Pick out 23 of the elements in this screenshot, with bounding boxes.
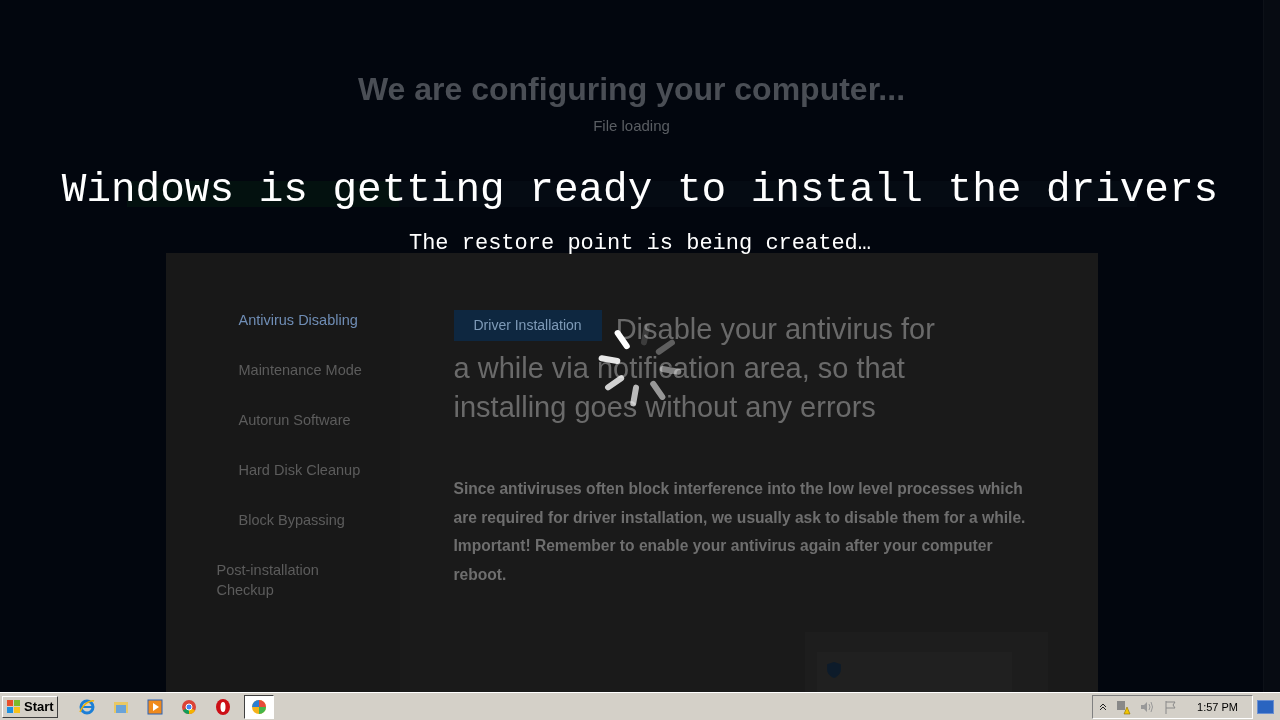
- sidebar-item[interactable]: Post-installation Checkup: [165, 560, 400, 610]
- start-button[interactable]: Start: [2, 695, 58, 718]
- page-title: We are configuring your computer...: [357, 70, 905, 108]
- overlay-subtitle: The restore point is being created…: [407, 230, 873, 258]
- step-heading: a while via notification area, so that: [453, 351, 906, 386]
- clock[interactable]: 1:57 PM: [1197, 700, 1238, 713]
- step-description: Since antiviruses often block interference into the low level processes which are required for driver installation, we usually ask to disable them for a while. Important! Remember to enable your antivirus again after your computer reboot.: [453, 479, 1027, 585]
- step-badge: Driver Installation: [453, 310, 602, 341]
- overlay-title: Windows is getting ready to install the drivers: [60, 166, 1220, 214]
- step-heading: installing goes without any errors: [453, 390, 877, 425]
- chevron-up-icon[interactable]: [1099, 702, 1108, 711]
- sidebar-item[interactable]: Hard Disk Cleanup: [165, 460, 400, 510]
- sidebar-item[interactable]: Antivirus Disabling: [165, 310, 400, 360]
- show-desktop-button[interactable]: [1257, 699, 1274, 714]
- app-icon[interactable]: [243, 694, 274, 719]
- sidebar-item[interactable]: Maintenance Mode: [165, 360, 400, 410]
- sidebar-item[interactable]: Block Bypassing: [165, 510, 400, 560]
- scrollbar[interactable]: [1263, 0, 1280, 692]
- network-warning-icon[interactable]: [1115, 698, 1132, 715]
- sidebar-item[interactable]: Autorun Software: [165, 410, 400, 460]
- step-heading: Disable your antivirus for: [615, 312, 935, 347]
- windows-logo-icon: [6, 698, 22, 715]
- status-text: File loading: [593, 116, 670, 136]
